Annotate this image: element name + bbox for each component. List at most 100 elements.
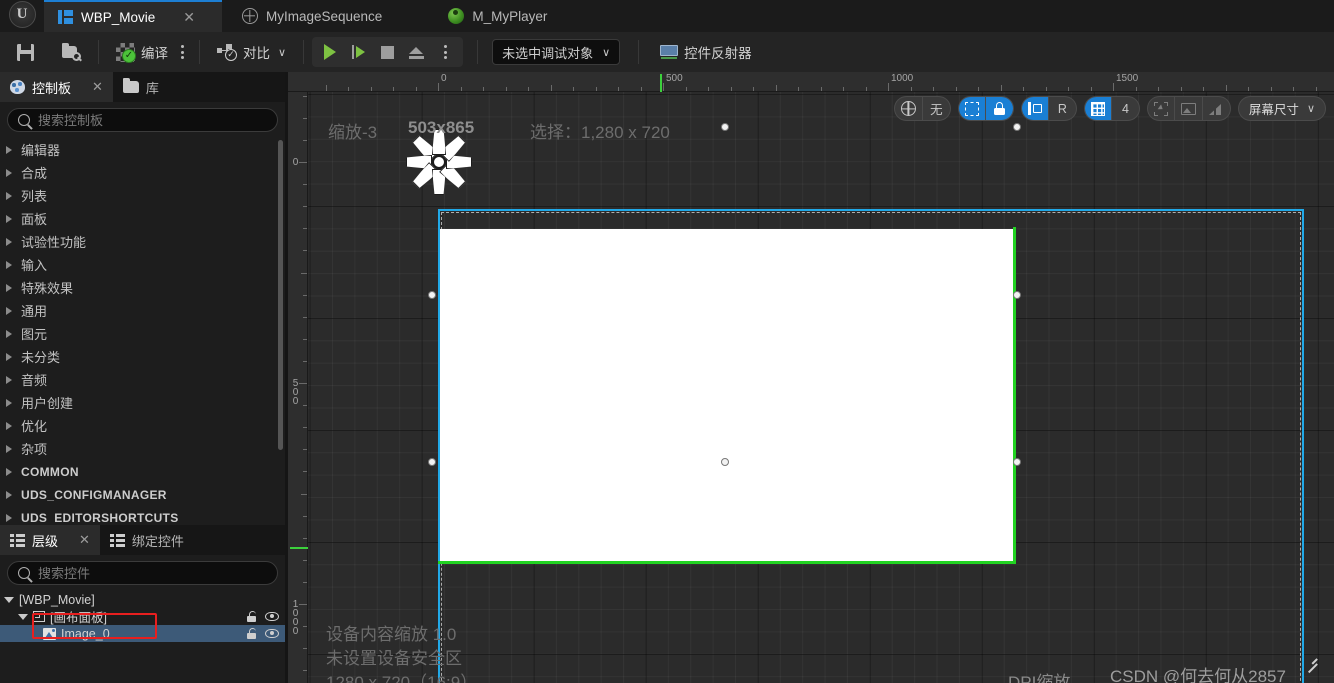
resize-grip-icon[interactable] bbox=[1303, 652, 1318, 673]
palette-scrollbar[interactable] bbox=[278, 140, 283, 450]
palette-category-9[interactable]: 图元 bbox=[0, 322, 285, 345]
palette-category-7[interactable]: 特殊效果 bbox=[0, 276, 285, 299]
play-button[interactable] bbox=[316, 39, 343, 65]
eye-icon[interactable] bbox=[265, 629, 279, 638]
image-widget-preview[interactable] bbox=[440, 229, 1015, 562]
save-icon bbox=[17, 43, 34, 61]
unlock-icon[interactable] bbox=[247, 611, 256, 622]
tab-palette[interactable]: 控制板 ✕ bbox=[0, 72, 113, 102]
play-controls-group bbox=[312, 37, 464, 67]
stop-button[interactable] bbox=[374, 39, 401, 65]
chevron-down-icon[interactable] bbox=[18, 613, 28, 620]
palette-search-box[interactable] bbox=[7, 108, 278, 132]
tab-wbp-movie[interactable]: WBP_Movie ✕ bbox=[44, 0, 222, 32]
palette-search-input[interactable] bbox=[38, 112, 267, 128]
close-icon[interactable]: ✕ bbox=[79, 532, 90, 548]
resize-handle-bottom-right[interactable] bbox=[1013, 458, 1021, 466]
palette-category-list[interactable]: 编辑器 合成 列表 面板 试验性功能输入特殊效果 通用 图元 未分类 音频用户创建优化 杂项 COM… bbox=[0, 138, 285, 523]
palette-category-4[interactable]: 面板 bbox=[0, 207, 285, 230]
browse-folder-icon bbox=[62, 42, 81, 61]
palette-panel-tabs: 控制板 ✕ 库 bbox=[0, 72, 285, 102]
cursor-select-button[interactable] bbox=[1148, 97, 1175, 120]
tree-row[interactable]: [WBP_Movie] bbox=[0, 591, 285, 608]
ruler-tick bbox=[1023, 87, 1024, 91]
wireframe-button[interactable] bbox=[1203, 97, 1230, 120]
ruler-marker-y bbox=[290, 547, 308, 549]
palette-category-label: 输入 bbox=[21, 258, 48, 273]
screen-size-dropdown[interactable]: 屏幕尺寸 ∨ bbox=[1237, 96, 1326, 121]
tab-library[interactable]: 库 bbox=[113, 72, 169, 102]
palette-category-label: 用户创建 bbox=[21, 396, 74, 411]
fill-screen-button[interactable] bbox=[1021, 97, 1049, 120]
lock-selection-button[interactable] bbox=[985, 97, 1013, 120]
palette-category-10[interactable]: 未分类 bbox=[0, 345, 285, 368]
palette-category-12[interactable]: 用户创建 bbox=[0, 391, 285, 414]
palette-category-1[interactable]: 编辑器 bbox=[0, 138, 285, 161]
tab-label: 库 bbox=[145, 80, 159, 96]
unlock-icon[interactable] bbox=[247, 628, 256, 639]
eject-button[interactable] bbox=[403, 39, 430, 65]
palette-category-14[interactable]: 杂项 bbox=[0, 437, 285, 460]
vertical-ruler[interactable]: 05001000 bbox=[288, 92, 308, 683]
palette-category-16[interactable]: UDS_CONFIGMANAGER bbox=[0, 483, 285, 506]
resize-handle-top-right[interactable] bbox=[1013, 123, 1021, 131]
tab-myimagesequence[interactable]: MyImageSequence bbox=[228, 0, 394, 32]
tab-bound-widgets[interactable]: 绑定控件 bbox=[100, 525, 194, 555]
hierarchy-search-input[interactable] bbox=[38, 565, 267, 581]
palette-category-8[interactable]: 通用 bbox=[0, 299, 285, 322]
palette-category-3[interactable]: 列表 bbox=[0, 184, 285, 207]
design-canvas[interactable]: 缩放-3 503x865 选择：1,280 x 720 设备内容缩放 1.0 未… bbox=[308, 92, 1334, 683]
step-button[interactable] bbox=[345, 39, 372, 65]
tab-label: 控制板 bbox=[32, 80, 72, 96]
palette-category-5[interactable]: 试验性功能 bbox=[0, 230, 285, 253]
globe-button[interactable] bbox=[895, 97, 923, 120]
ruler-tick bbox=[303, 184, 307, 186]
ruler-tick bbox=[303, 206, 307, 208]
widget-reflector-button[interactable]: 控件反射器 bbox=[653, 37, 759, 67]
chevron-down-icon[interactable] bbox=[4, 596, 14, 603]
image-preview-icon bbox=[1180, 102, 1196, 115]
tree-row[interactable]: Image_0 bbox=[0, 625, 285, 642]
compile-button[interactable]: ✓ 编译 bbox=[109, 37, 175, 67]
close-icon[interactable]: ✕ bbox=[92, 79, 103, 95]
resize-handle-bottom-center[interactable] bbox=[721, 458, 729, 466]
eye-icon[interactable] bbox=[265, 612, 279, 621]
chevron-down-icon[interactable]: ∨ bbox=[278, 46, 286, 59]
hierarchy-search-box[interactable] bbox=[7, 561, 278, 585]
ruler-tick bbox=[775, 85, 777, 91]
close-icon[interactable]: ✕ bbox=[183, 10, 195, 24]
tab-hierarchy[interactable]: 层级 ✕ bbox=[0, 525, 100, 555]
browse-button[interactable] bbox=[55, 37, 88, 67]
grid-size-value[interactable]: 4 bbox=[1112, 97, 1139, 120]
palette-category-6[interactable]: 输入 bbox=[0, 253, 285, 276]
ruler-tick bbox=[1225, 85, 1227, 91]
marquee-select-button[interactable] bbox=[958, 97, 986, 120]
resize-handle-top-center[interactable] bbox=[721, 123, 729, 131]
tab-m-myplayer[interactable]: M_MyPlayer bbox=[434, 0, 559, 32]
palette-category-13[interactable]: 优化 bbox=[0, 414, 285, 437]
palette-category-17[interactable]: UDS_EDITORSHORTCUTS bbox=[0, 506, 285, 523]
r-toggle-button[interactable]: R bbox=[1049, 97, 1076, 120]
resize-handle-middle-left[interactable] bbox=[428, 291, 436, 299]
palette-category-11[interactable]: 音频 bbox=[0, 368, 285, 391]
horizontal-ruler[interactable]: 0500100015002000 bbox=[288, 72, 1334, 92]
row-visibility-controls bbox=[247, 611, 279, 622]
palette-category-2[interactable]: 合成 bbox=[0, 161, 285, 184]
designer-viewport[interactable]: 缩放-3 503x865 选择：1,280 x 720 设备内容缩放 1.0 未… bbox=[288, 72, 1334, 683]
palette-category-15[interactable]: COMMON bbox=[0, 460, 285, 483]
grid-snap-button[interactable] bbox=[1084, 97, 1112, 120]
widget-tree[interactable]: [WBP_Movie] [画布面板] Image_0 bbox=[0, 591, 285, 642]
debug-object-dropdown[interactable]: 未选中调试对象 ∨ bbox=[492, 39, 621, 65]
localization-none-button[interactable]: 无 bbox=[923, 97, 950, 120]
diff-button[interactable]: ✓ 对比 ∨ bbox=[210, 37, 293, 67]
resize-handle-middle-right[interactable] bbox=[1013, 291, 1021, 299]
viewport-toolbar: 无 R 4 屏幕尺寸 ∨ bbox=[893, 96, 1326, 121]
resize-handle-bottom-left[interactable] bbox=[428, 458, 436, 466]
save-button[interactable] bbox=[10, 37, 41, 67]
hierarchy-icon bbox=[10, 533, 25, 547]
image-preview-button[interactable] bbox=[1175, 97, 1203, 120]
eject-icon bbox=[409, 46, 425, 59]
tree-row[interactable]: [画布面板] bbox=[0, 608, 285, 625]
play-options-button[interactable] bbox=[432, 39, 459, 65]
compile-options-button[interactable] bbox=[175, 37, 189, 67]
